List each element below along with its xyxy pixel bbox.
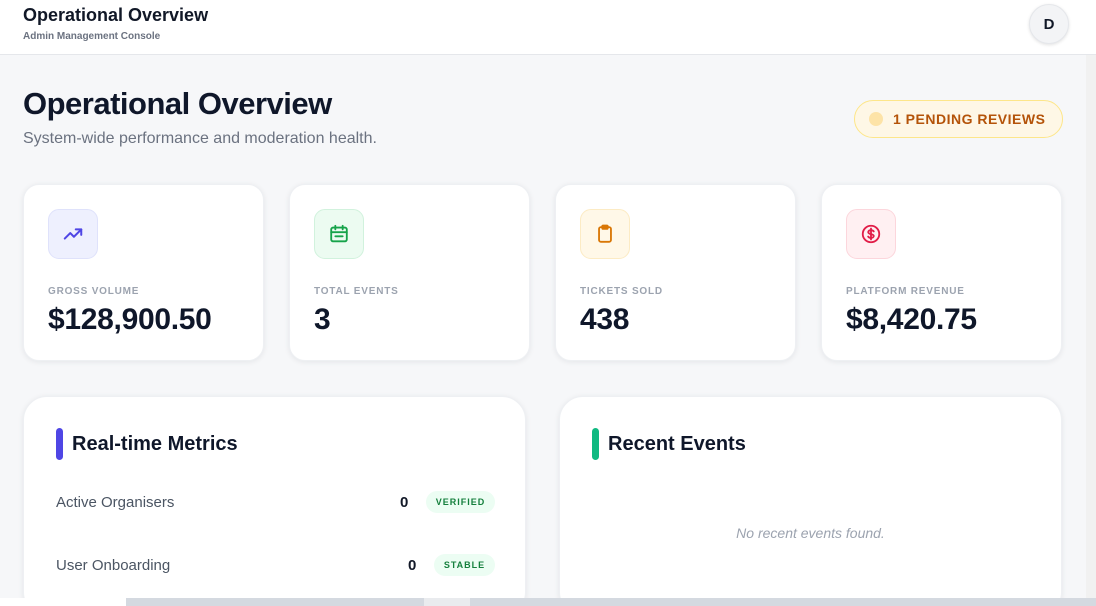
stat-card-tickets-sold: TICKETS SOLD 438	[555, 184, 796, 361]
metric-value: 0	[408, 557, 417, 574]
stat-value: $128,900.50	[48, 303, 212, 336]
pending-reviews-badge[interactable]: 1 PENDING REVIEWS	[854, 100, 1063, 138]
stat-value: 3	[314, 303, 331, 336]
taskbar-start-area[interactable]	[0, 598, 126, 606]
calendar-icon	[314, 209, 364, 259]
page-scrollbar[interactable]	[1086, 55, 1096, 598]
stat-value: 438	[580, 303, 630, 336]
page-subtitle: System-wide performance and moderation h…	[23, 130, 377, 147]
stat-label: TICKETS SOLD	[580, 286, 663, 297]
panel-title: Recent Events	[608, 433, 746, 455]
stat-label: PLATFORM REVENUE	[846, 286, 965, 297]
empty-state-message: No recent events found.	[736, 525, 885, 541]
stat-label: TOTAL EVENTS	[314, 286, 399, 297]
metric-label: Active Organisers	[56, 494, 175, 511]
status-badge: STABLE	[434, 554, 495, 576]
metric-value: 0	[400, 494, 409, 511]
taskbar-app-slot[interactable]	[424, 598, 470, 606]
top-bar: Operational Overview Admin Management Co…	[0, 0, 1096, 55]
stat-card-gross-volume: GROSS VOLUME $128,900.50	[23, 184, 264, 361]
clipboard-icon	[580, 209, 630, 259]
metric-row-active-organisers: Active Organisers 0 VERIFIED	[56, 491, 496, 515]
page-title: Operational Overview	[23, 86, 332, 121]
panel-accent-bar	[592, 428, 599, 460]
panel-title: Real-time Metrics	[72, 433, 238, 455]
stat-value: $8,420.75	[846, 303, 977, 336]
app-title: Operational Overview	[23, 5, 209, 25]
recent-events-panel: Recent Events No recent events found.	[559, 396, 1062, 606]
trending-up-icon	[48, 209, 98, 259]
pending-reviews-label: 1 PENDING REVIEWS	[893, 111, 1046, 127]
app-subtitle: Admin Management Console	[23, 31, 161, 42]
pending-dot-icon	[869, 112, 883, 126]
stat-card-platform-revenue: PLATFORM REVENUE $8,420.75	[821, 184, 1062, 361]
status-badge: VERIFIED	[426, 491, 495, 513]
dollar-circle-icon	[846, 209, 896, 259]
panel-accent-bar	[56, 428, 63, 460]
realtime-metrics-panel: Real-time Metrics Active Organisers 0 VE…	[23, 396, 526, 606]
user-avatar[interactable]: D	[1029, 4, 1069, 44]
metric-label: User Onboarding	[56, 557, 171, 574]
metric-row-user-onboarding: User Onboarding 0 STABLE	[56, 554, 496, 578]
stat-label: GROSS VOLUME	[48, 286, 140, 297]
taskbar	[0, 598, 1096, 606]
stat-card-total-events: TOTAL EVENTS 3	[289, 184, 530, 361]
